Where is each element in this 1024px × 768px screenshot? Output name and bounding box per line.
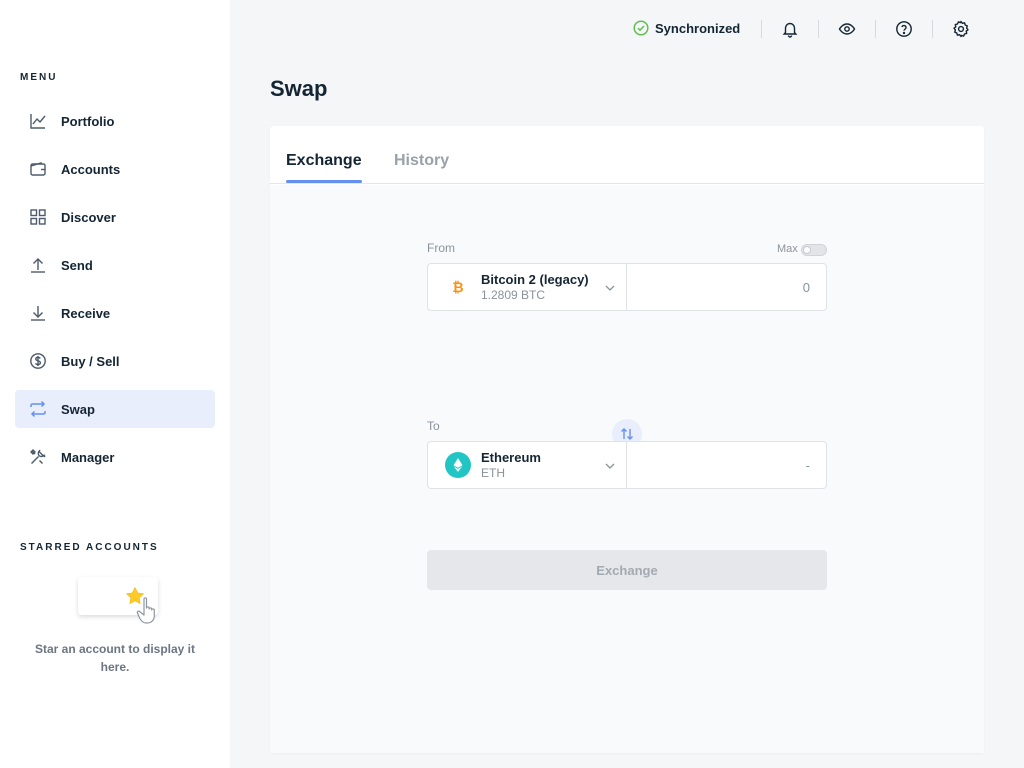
to-currency-ticker: ETH [481,466,505,480]
swap-card: Exchange History From Max ₿ Bitcoin 2 (l… [270,126,984,753]
help-icon [896,21,912,37]
swap-vertical-icon [621,428,633,440]
sidebar-item-label: Buy / Sell [61,353,120,369]
sync-status[interactable]: Synchronized [633,20,740,36]
to-currency-select[interactable]: Ethereum ETH [427,441,627,489]
tab-exchange[interactable]: Exchange [286,152,362,170]
grid-icon [29,208,47,226]
exchange-form: From Max ₿ Bitcoin 2 (legacy) 1.2809 BTC… [270,185,984,753]
sidebar-item-label: Accounts [61,161,121,177]
from-label: From [427,241,455,255]
arrow-up-icon [29,256,47,274]
sidebar-item-swap[interactable]: Swap [15,390,215,428]
dollar-icon [29,352,47,370]
to-currency-name: Ethereum [481,450,541,465]
sidebar-item-send[interactable]: Send [15,246,215,284]
active-tab-indicator [286,180,362,183]
from-account-name: Bitcoin 2 (legacy) [481,272,589,287]
tab-history[interactable]: History [394,152,449,170]
sidebar-item-label: Manager [61,449,115,465]
sidebar-item-accounts[interactable]: Accounts [15,150,215,188]
max-toggle[interactable] [801,244,827,256]
sidebar-menu: Portfolio Accounts Discover Send Receive [15,102,215,486]
topbar: Synchronized [230,0,1024,58]
tools-icon [29,448,47,466]
max-label: Max [777,243,798,255]
sidebar-item-label: Discover [61,209,116,225]
divider [818,20,819,38]
svg-text:₿: ₿ [452,279,463,295]
from-account-balance: 1.2809 BTC [481,288,546,302]
check-circle-icon [633,20,649,36]
sidebar: MENU Portfolio Accounts Discover Send Re… [0,0,230,768]
eye-icon [838,23,856,35]
sidebar-item-portfolio[interactable]: Portfolio [15,102,215,140]
sidebar-item-receive[interactable]: Receive [15,294,215,332]
discreet-mode-button[interactable] [835,17,859,41]
sidebar-item-label: Receive [61,305,111,321]
sidebar-item-discover[interactable]: Discover [15,198,215,236]
to-amount-field[interactable] [627,441,827,489]
exchange-button[interactable]: Exchange [427,550,827,590]
toggle-knob [803,246,811,254]
bitcoin-icon: ₿ [445,274,471,300]
help-button[interactable] [892,17,916,41]
page-title: Swap [270,76,328,101]
starred-empty-text: Star an account to display it here. [34,642,196,674]
swap-icon [29,400,47,418]
arrow-down-icon [29,304,47,322]
tab-bar: Exchange History [270,126,984,184]
bell-icon [782,22,798,38]
sidebar-item-manager[interactable]: Manager [15,438,215,476]
starred-illustration [70,575,165,625]
divider [761,20,762,38]
from-amount-input[interactable] [627,264,826,310]
ethereum-icon [445,452,471,478]
sidebar-item-label: Swap [61,401,95,417]
from-account-info: Bitcoin 2 (legacy) 1.2809 BTC [481,272,589,302]
sidebar-item-label: Portfolio [61,113,115,129]
chevron-down-icon [605,285,615,291]
to-amount-input[interactable] [627,442,826,488]
sidebar-item-label: Send [61,257,93,273]
wallet-icon [29,160,47,178]
menu-title: MENU [20,72,58,83]
divider [932,20,933,38]
sidebar-item-buy-sell[interactable]: Buy / Sell [15,342,215,380]
from-account-select[interactable]: ₿ Bitcoin 2 (legacy) 1.2809 BTC [427,263,627,311]
starred-accounts-title: STARRED ACCOUNTS [20,542,159,553]
settings-icon [953,20,969,38]
divider [875,20,876,38]
chart-icon [29,112,47,130]
to-currency-info: Ethereum ETH [481,450,541,480]
notifications-button[interactable] [778,17,802,41]
to-label: To [427,419,440,433]
chevron-down-icon [605,463,615,469]
settings-button[interactable] [949,17,973,41]
from-amount-field[interactable] [627,263,827,311]
sync-status-label: Synchronized [655,20,741,36]
hand-pointer-icon [136,597,155,624]
